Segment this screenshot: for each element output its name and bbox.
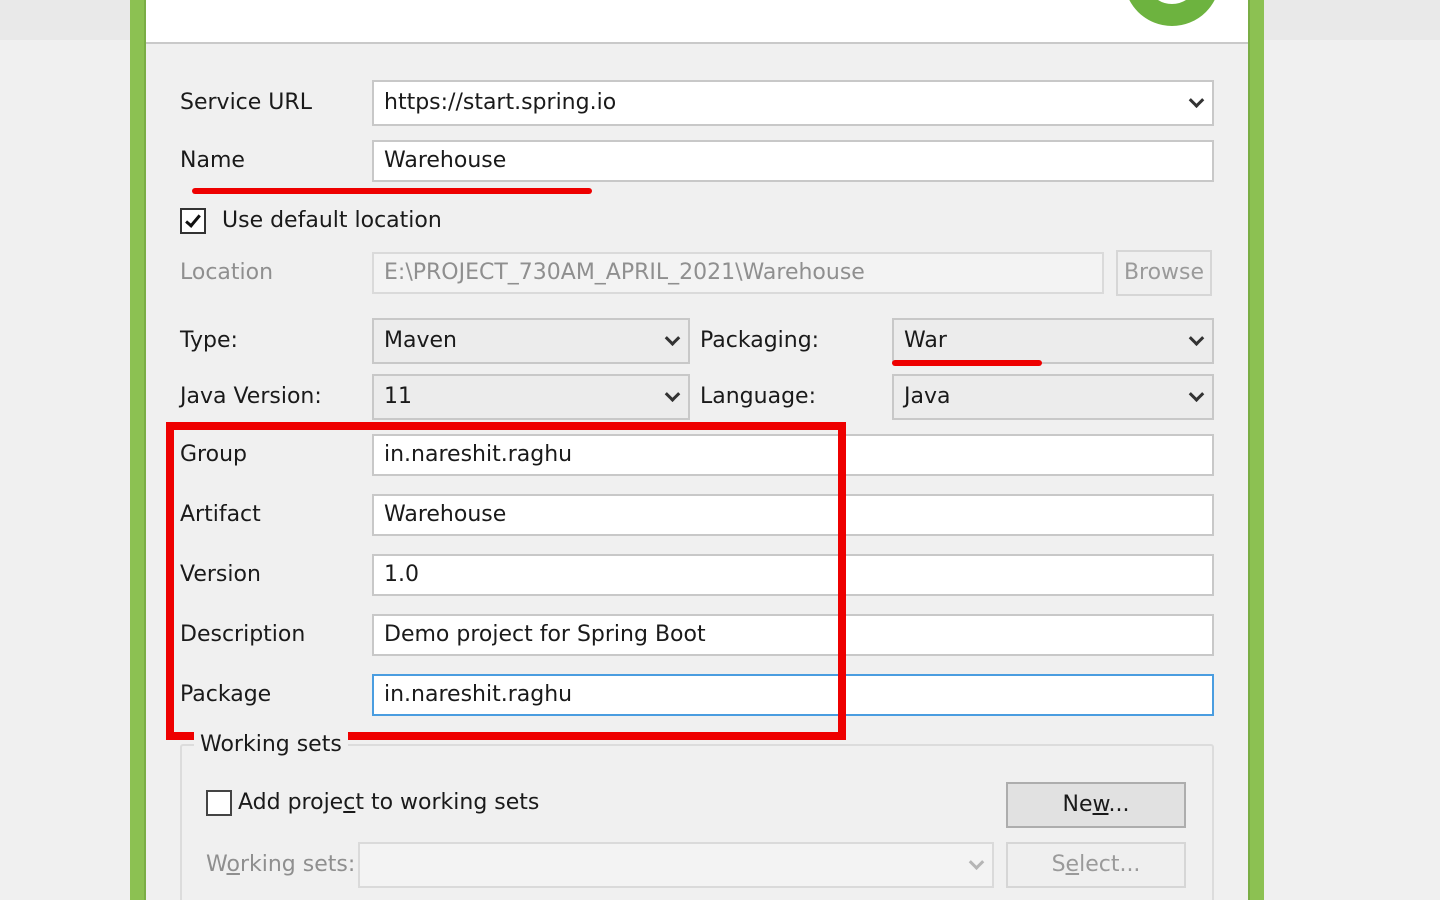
chevron-down-icon xyxy=(664,330,681,347)
service-url-label: Service URL xyxy=(180,90,312,115)
add-to-working-sets-label: Add project to working sets xyxy=(238,790,540,815)
language-value: Java xyxy=(904,384,951,409)
type-select[interactable]: Maven xyxy=(372,318,690,364)
use-default-location-checkbox[interactable] xyxy=(180,208,206,234)
type-value: Maven xyxy=(384,328,457,353)
location-label: Location xyxy=(180,260,274,285)
service-url-combo[interactable]: https://start.spring.io xyxy=(372,80,1214,126)
checkmark-icon xyxy=(185,211,201,228)
browse-button[interactable]: Browse xyxy=(1116,250,1212,296)
name-value: Warehouse xyxy=(384,148,507,173)
use-default-location-label: Use default location xyxy=(222,208,442,233)
type-label: Type: xyxy=(180,328,238,353)
working-sets-title: Working sets xyxy=(194,730,348,760)
java-version-label: Java Version: xyxy=(180,384,322,409)
java-version-select[interactable]: 11 xyxy=(372,374,690,420)
packaging-select[interactable]: War xyxy=(892,318,1214,364)
location-value: E:\PROJECT_730AM_APRIL_2021\Warehouse xyxy=(384,260,865,285)
annotation-highlight-box xyxy=(166,422,846,740)
chevron-down-icon xyxy=(968,854,985,871)
window-frame-left xyxy=(130,0,146,900)
dialog-header xyxy=(146,0,1248,44)
chevron-down-icon xyxy=(1188,386,1205,403)
new-working-set-button[interactable]: New... xyxy=(1006,782,1186,828)
working-sets-label: Working sets: xyxy=(206,852,356,877)
service-url-value: https://start.spring.io xyxy=(384,90,617,115)
add-to-working-sets-checkbox[interactable] xyxy=(206,790,232,816)
window-frame-right xyxy=(1248,0,1264,900)
annotation-underline-packaging xyxy=(892,360,1042,366)
java-version-value: 11 xyxy=(384,384,412,409)
language-select[interactable]: Java xyxy=(892,374,1214,420)
select-working-sets-button[interactable]: Select... xyxy=(1006,842,1186,888)
location-input: E:\PROJECT_730AM_APRIL_2021\Warehouse xyxy=(372,252,1104,294)
language-label: Language: xyxy=(700,384,816,409)
spring-logo-icon xyxy=(1124,0,1220,26)
working-sets-select xyxy=(358,842,994,888)
name-label: Name xyxy=(180,148,245,173)
packaging-value: War xyxy=(904,328,947,353)
chevron-down-icon[interactable] xyxy=(1188,92,1205,109)
chevron-down-icon xyxy=(1188,330,1205,347)
annotation-underline-name xyxy=(192,188,592,194)
name-input[interactable]: Warehouse xyxy=(372,140,1214,182)
packaging-label: Packaging: xyxy=(700,328,820,353)
chevron-down-icon xyxy=(664,386,681,403)
